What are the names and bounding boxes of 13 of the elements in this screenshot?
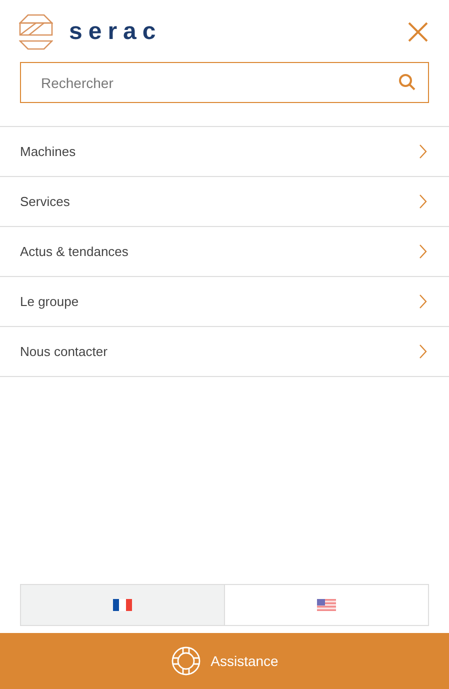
logo-icon <box>19 14 53 50</box>
chevron-icon <box>419 344 427 359</box>
search-icon[interactable] <box>398 73 416 91</box>
chevron-icon <box>419 144 427 159</box>
chevron-icon <box>419 244 427 259</box>
flag-icon <box>113 599 132 611</box>
flag-icon <box>317 599 336 611</box>
lifebuoy-icon <box>170 646 201 676</box>
chevron-icon <box>419 294 427 309</box>
logo-text[interactable]: serac <box>69 20 162 44</box>
close-button[interactable] <box>407 20 429 44</box>
chevron-icon <box>419 194 427 209</box>
search-field[interactable]: Rechercher <box>20 62 429 103</box>
